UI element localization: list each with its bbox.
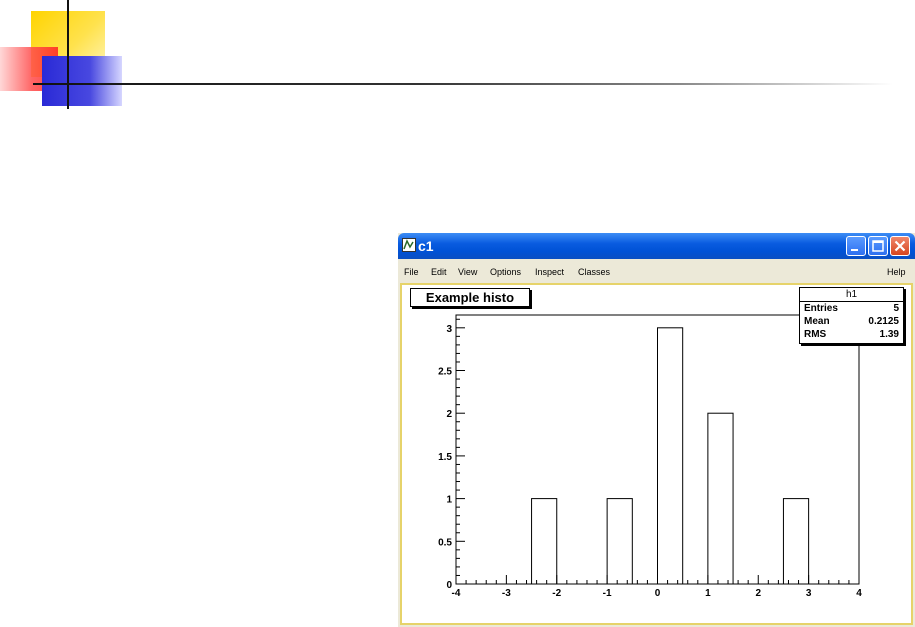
y-tick-label: 3 (446, 324, 452, 335)
histogram-bin (657, 327, 684, 585)
menu-inspect[interactable]: Inspect (535, 267, 564, 277)
minimize-icon (851, 249, 858, 251)
menu-options[interactable]: Options (490, 267, 521, 277)
y-tick-label: 1.5 (438, 452, 452, 463)
y-tick-label: 0.5 (438, 537, 452, 548)
y-tick-label: 2 (446, 409, 452, 420)
x-tick-label: -4 (452, 588, 461, 599)
x-tick-label: 2 (755, 588, 761, 599)
y-tick-label: 0 (446, 580, 452, 591)
maximize-icon (872, 240, 884, 252)
close-icon (894, 240, 906, 252)
histogram-bin (707, 412, 734, 585)
histogram-bin (606, 498, 633, 585)
x-tick-label: -2 (552, 588, 561, 599)
x-tick-label: 3 (806, 588, 812, 599)
menu-file[interactable]: File (404, 267, 419, 277)
maximize-button[interactable] (868, 236, 888, 256)
stats-entries-value: 5 (893, 303, 899, 314)
menu-view[interactable]: View (458, 267, 477, 277)
menu-edit[interactable]: Edit (431, 267, 447, 277)
stats-rms-row: RMS 1.39 (800, 328, 903, 341)
x-tick-label: 4 (856, 588, 862, 599)
root-app-icon (402, 238, 416, 252)
stats-entries-row: Entries 5 (800, 302, 903, 315)
histogram-title[interactable]: Example histo (410, 288, 530, 307)
menu-help[interactable]: Help (887, 267, 906, 277)
stats-mean-label: Mean (804, 316, 830, 327)
x-tick-label: 0 (655, 588, 661, 599)
x-tick-label: 1 (705, 588, 711, 599)
stats-mean-row: Mean 0.2125 (800, 315, 903, 328)
decor-blue-square (42, 56, 122, 106)
stats-mean-value: 0.2125 (868, 316, 899, 327)
y-tick-label: 2.5 (438, 367, 452, 378)
stats-entries-label: Entries (804, 303, 838, 314)
stats-rms-value: 1.39 (879, 329, 899, 340)
minimize-button[interactable] (846, 236, 866, 256)
histogram-bin (531, 498, 558, 585)
y-tick-label: 1 (446, 495, 452, 506)
menu-bar: File Edit View Options Inspect Classes H… (398, 263, 915, 283)
close-button[interactable] (890, 236, 910, 256)
menu-classes[interactable]: Classes (578, 267, 610, 277)
x-tick-label: -3 (502, 588, 511, 599)
x-tick-label: -1 (603, 588, 612, 599)
canvas-window: c1 File Edit View Options Inspect Classe… (398, 233, 915, 627)
decor-horizontal-line (33, 83, 893, 85)
root-canvas[interactable]: -4 -3 -2 -1 0 1 2 3 4 0 0.5 1 1.5 2 2.5 3 Example histo… (400, 283, 913, 625)
stats-box[interactable]: h1 Entries 5 Mean 0.2125 RMS 1.39 (799, 287, 904, 344)
decor-vertical-line (67, 0, 69, 109)
stats-name: h1 (800, 288, 903, 302)
histogram-bin (782, 498, 810, 585)
stats-rms-label: RMS (804, 329, 827, 340)
window-title: c1 (418, 238, 434, 254)
window-titlebar[interactable]: c1 (398, 233, 915, 259)
